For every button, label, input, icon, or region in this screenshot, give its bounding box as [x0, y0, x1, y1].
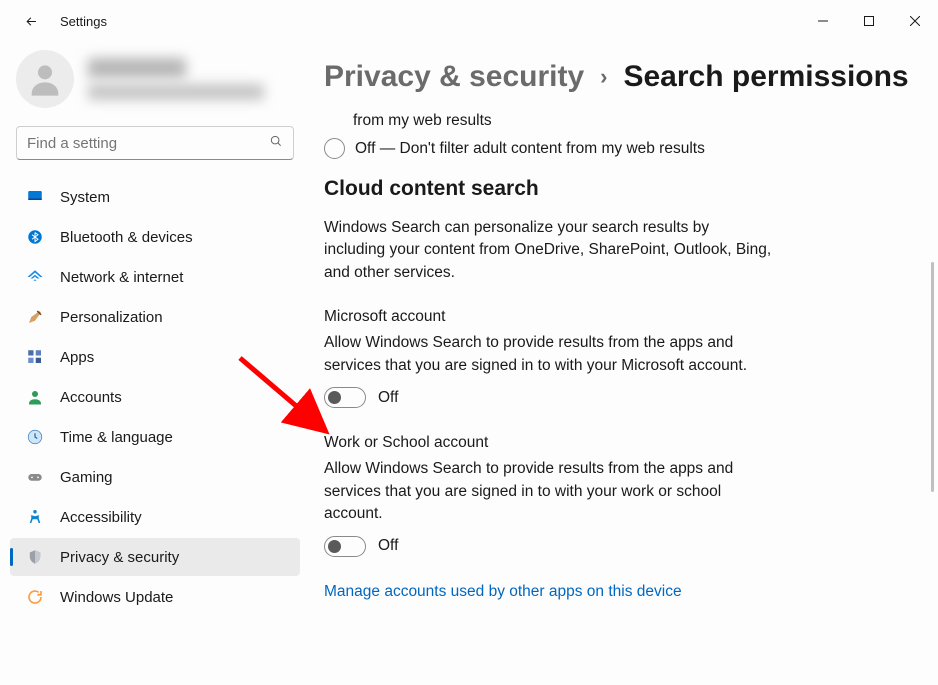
toggle-knob [328, 540, 341, 553]
search-icon [269, 134, 283, 153]
manage-accounts-link[interactable]: Manage accounts used by other apps on th… [324, 583, 910, 601]
close-button[interactable] [892, 6, 938, 37]
window-controls [800, 6, 938, 37]
sidebar-item-apps[interactable]: Apps [10, 338, 300, 376]
system-icon [26, 188, 44, 206]
ms-account-desc: Allow Windows Search to provide results … [324, 332, 774, 377]
safesearch-moderate-trail: from my web results [353, 112, 910, 130]
sidebar-item-update[interactable]: Windows Update [10, 578, 300, 616]
sidebar-item-time[interactable]: Time & language [10, 418, 300, 456]
wifi-icon [26, 268, 44, 286]
nav-label: Windows Update [60, 589, 173, 606]
nav-label: Gaming [60, 469, 113, 486]
sidebar-item-gaming[interactable]: Gaming [10, 458, 300, 496]
accounts-icon [26, 388, 44, 406]
nav-label: Apps [60, 349, 94, 366]
brush-icon [26, 308, 44, 326]
bluetooth-icon [26, 228, 44, 246]
user-block[interactable] [8, 42, 302, 126]
settings-scroll[interactable]: from my web results Off — Don't filter a… [324, 112, 928, 669]
toggle-knob [328, 391, 341, 404]
nav-label: Privacy & security [60, 549, 179, 566]
nav-label: Personalization [60, 309, 163, 326]
nav-list: System Bluetooth & devices Network & int… [8, 178, 302, 616]
user-info [88, 58, 294, 100]
nav-label: Network & internet [60, 269, 183, 286]
nav-label: Bluetooth & devices [60, 229, 193, 246]
breadcrumb-parent[interactable]: Privacy & security [324, 60, 584, 94]
ms-account-heading: Microsoft account [324, 308, 910, 326]
sidebar-item-bluetooth[interactable]: Bluetooth & devices [10, 218, 300, 256]
maximize-button[interactable] [846, 6, 892, 37]
sidebar-item-network[interactable]: Network & internet [10, 258, 300, 296]
work-account-heading: Work or School account [324, 434, 910, 452]
sidebar-item-system[interactable]: System [10, 178, 300, 216]
sidebar-item-privacy[interactable]: Privacy & security [10, 538, 300, 576]
window-title: Settings [60, 14, 107, 29]
ms-toggle-state: Off [378, 389, 398, 407]
sidebar-item-accounts[interactable]: Accounts [10, 378, 300, 416]
cloud-section-desc: Windows Search can personalize your sear… [324, 217, 774, 284]
sidebar-item-personalization[interactable]: Personalization [10, 298, 300, 336]
back-button[interactable] [14, 4, 48, 38]
nav-label: Time & language [60, 429, 173, 446]
ms-account-toggle[interactable] [324, 387, 366, 408]
chevron-right-icon: › [600, 64, 607, 90]
sidebar-item-accessibility[interactable]: Accessibility [10, 498, 300, 536]
shield-icon [26, 548, 44, 566]
nav-label: Accounts [60, 389, 122, 406]
search-box[interactable] [16, 126, 294, 160]
page-title: Search permissions [623, 60, 908, 94]
accessibility-icon [26, 508, 44, 526]
cloud-section-heading: Cloud content search [324, 177, 910, 201]
avatar [16, 50, 74, 108]
nav-label: System [60, 189, 110, 206]
clock-icon [26, 428, 44, 446]
titlebar: Settings [0, 0, 938, 42]
main-content: Privacy & security › Search permissions … [310, 42, 938, 685]
sidebar: System Bluetooth & devices Network & int… [0, 42, 310, 685]
radio-label: Off — Don't filter adult content from my… [355, 140, 705, 158]
nav-label: Accessibility [60, 509, 142, 526]
radio-icon [324, 138, 345, 159]
safesearch-off-radio[interactable]: Off — Don't filter adult content from my… [324, 138, 910, 159]
gaming-icon [26, 468, 44, 486]
work-account-toggle[interactable] [324, 536, 366, 557]
breadcrumb: Privacy & security › Search permissions [324, 60, 928, 94]
update-icon [26, 588, 44, 606]
minimize-button[interactable] [800, 6, 846, 37]
search-input[interactable] [27, 135, 257, 152]
work-account-desc: Allow Windows Search to provide results … [324, 458, 774, 525]
work-toggle-state: Off [378, 537, 398, 555]
scrollbar[interactable] [931, 262, 934, 492]
apps-icon [26, 348, 44, 366]
